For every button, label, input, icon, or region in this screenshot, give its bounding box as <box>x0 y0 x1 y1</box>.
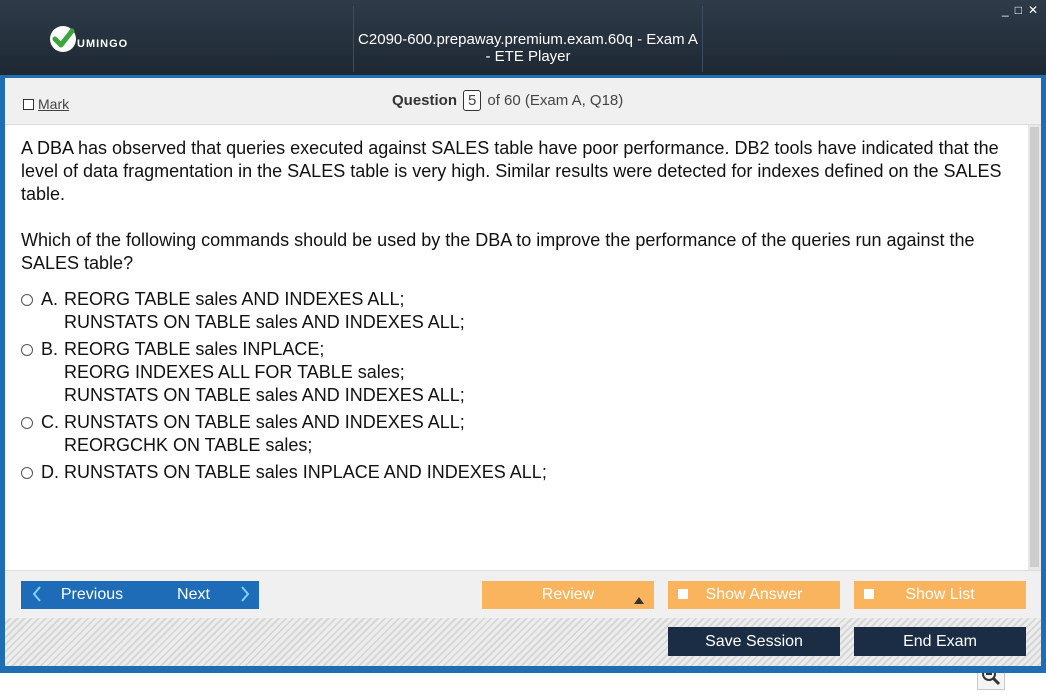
option-letter: A. <box>41 289 59 309</box>
mark-label: Mark <box>38 96 70 112</box>
option-letter: B. <box>41 339 59 359</box>
question-paragraph: A DBA has observed that queries executed… <box>21 138 1002 204</box>
radio-button[interactable] <box>21 417 33 429</box>
checkmark-logo-icon <box>50 26 76 52</box>
radio-button[interactable] <box>21 467 33 479</box>
show-list-label: Show List <box>905 586 975 603</box>
previous-label: Previous <box>60 586 124 603</box>
bottom-accent-line <box>0 666 1046 673</box>
option-line: RUNSTATS ON TABLE sales AND INDEXES ALL; <box>64 412 465 432</box>
option-line: REORG INDEXES ALL FOR TABLE sales; <box>64 362 405 382</box>
mark-checkbox[interactable]: Mark <box>23 96 69 112</box>
question-bar: Mark Question 5 of 60 (Exam A, Q18) <box>5 78 1041 125</box>
question-number-input[interactable]: 5 <box>463 90 482 111</box>
maximize-button[interactable]: □ <box>1015 3 1022 17</box>
option-line: REORG TABLE sales AND INDEXES ALL; <box>64 289 405 309</box>
option-line: RUNSTATS ON TABLE sales INPLACE AND INDE… <box>64 462 547 482</box>
window-controls: _ □ ✕ <box>1002 3 1038 17</box>
question-counter: Question 5 of 60 (Exam A, Q18) <box>392 90 623 111</box>
show-list-button[interactable]: Show List <box>854 581 1026 609</box>
review-label: Review <box>541 586 595 603</box>
close-button[interactable]: ✕ <box>1028 3 1038 17</box>
scrollbar-thumb[interactable] <box>1030 127 1039 567</box>
vumingo-logo: UMINGO <box>50 26 128 52</box>
checkbox-icon[interactable] <box>864 589 874 599</box>
logo-text: UMINGO <box>77 38 129 50</box>
question-text: A DBA has observed that queries executed… <box>21 137 1011 298</box>
minimize-button[interactable]: _ <box>1002 3 1009 17</box>
option-line: REORGCHK ON TABLE sales; <box>64 435 313 455</box>
previous-button[interactable]: Previous <box>21 581 153 609</box>
option-letter: C. <box>41 412 59 432</box>
checkbox-icon[interactable] <box>23 98 34 110</box>
chevron-left-icon <box>31 585 43 608</box>
title-separator <box>702 6 703 72</box>
caret-up-icon <box>634 591 644 609</box>
radio-button[interactable] <box>21 344 33 356</box>
next-label: Next <box>177 586 210 603</box>
window-title: C2090-600.prepaway.premium.exam.60q - Ex… <box>358 31 698 65</box>
question-total: of 60 (Exam A, Q18) <box>487 92 624 109</box>
title-bar: UMINGO C2090-600.prepaway.premium.exam.6… <box>0 0 1046 75</box>
next-button[interactable]: Next <box>144 581 259 609</box>
vertical-scrollbar[interactable] <box>1028 125 1041 570</box>
chevron-right-icon <box>239 585 251 608</box>
footer-bar: Save Session End Exam <box>5 618 1041 666</box>
option-c[interactable]: C. RUNSTATS ON TABLE sales AND INDEXES A… <box>21 411 547 457</box>
question-label: Question <box>392 92 458 109</box>
option-line: RUNSTATS ON TABLE sales AND INDEXES ALL; <box>64 385 465 405</box>
navigation-bar: Previous Next Review Show Answer Show Li… <box>5 570 1041 619</box>
radio-button[interactable] <box>21 294 33 306</box>
option-line: REORG TABLE sales INPLACE; <box>64 339 325 359</box>
option-b[interactable]: B. REORG TABLE sales INPLACE; REORG INDE… <box>21 338 547 407</box>
question-content: A DBA has observed that queries executed… <box>5 125 1025 690</box>
option-line: RUNSTATS ON TABLE sales AND INDEXES ALL; <box>64 312 465 332</box>
show-answer-label: Show Answer <box>705 586 803 603</box>
option-a[interactable]: A. REORG TABLE sales AND INDEXES ALL; RU… <box>21 288 547 334</box>
checkbox-icon[interactable] <box>678 589 688 599</box>
question-paragraph: Which of the following commands should b… <box>21 230 975 273</box>
option-d[interactable]: D. RUNSTATS ON TABLE sales INPLACE AND I… <box>21 461 547 484</box>
option-letter: D. <box>41 462 59 482</box>
review-button[interactable]: Review <box>482 581 654 609</box>
save-session-button[interactable]: Save Session <box>668 627 840 656</box>
end-exam-button[interactable]: End Exam <box>854 627 1026 656</box>
answer-options: A. REORG TABLE sales AND INDEXES ALL; RU… <box>21 288 547 488</box>
show-answer-button[interactable]: Show Answer <box>668 581 840 609</box>
